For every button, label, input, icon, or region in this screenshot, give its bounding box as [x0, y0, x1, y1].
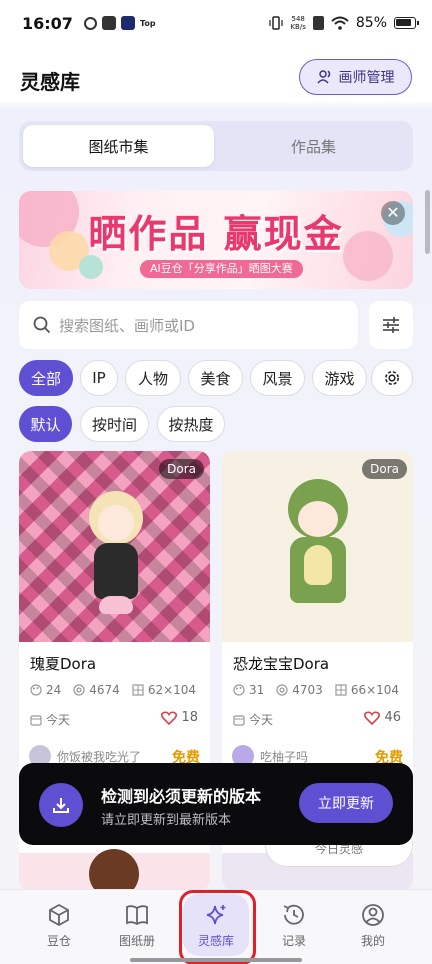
- category-chip-food[interactable]: 美食: [188, 360, 243, 396]
- heart-icon: [364, 710, 381, 725]
- vibrate-icon: [269, 16, 284, 30]
- eye-icon: [276, 684, 288, 696]
- banner-title: 晒作品 赢现金: [88, 212, 344, 256]
- category-chip-people[interactable]: 人物: [125, 360, 181, 396]
- cube-icon: [49, 903, 69, 927]
- update-toast: 检测到必须更新的版本 请立即更新到最新版本 立即更新: [19, 763, 413, 845]
- category-chip-scenery[interactable]: 风景: [250, 360, 305, 396]
- like-count: 18: [181, 710, 198, 725]
- toast-subtitle: 请立即更新到最新版本: [101, 813, 232, 828]
- status-bar: 16:07 Top 548 KB/s 85%: [0, 0, 432, 50]
- tab-switcher: 图纸市集 作品集: [19, 121, 413, 171]
- heart-icon: [161, 710, 178, 725]
- tap-highlight-box: [179, 890, 256, 964]
- filter-button[interactable]: [369, 301, 413, 349]
- play-notification-icon: [121, 16, 135, 30]
- nav-item-history[interactable]: 记录: [259, 902, 329, 949]
- status-time: 16:07: [22, 14, 73, 33]
- search-icon: [33, 316, 51, 334]
- category-chip-games[interactable]: 游戏: [312, 360, 367, 396]
- battery-icon: [394, 17, 419, 29]
- color-count: 24: [46, 683, 62, 697]
- sort-chip-popularity[interactable]: 按热度: [157, 406, 225, 442]
- net-speed: 548 KB/s: [290, 15, 306, 31]
- toast-title: 检测到必须更新的版本: [101, 787, 262, 806]
- card-date: 今天: [233, 711, 273, 728]
- card-stats: 24 4674 62×104: [30, 683, 196, 697]
- pattern-thumbnail[interactable]: [19, 451, 210, 642]
- home-indicator[interactable]: [130, 958, 302, 962]
- sort-chip-time[interactable]: 按时间: [80, 406, 149, 442]
- search-placeholder: 搜索图纸、画师或ID: [59, 316, 195, 335]
- character-figure: [278, 479, 358, 629]
- eye-icon: [73, 684, 85, 696]
- notification-icons: Top: [84, 16, 156, 30]
- grid-icon: [335, 684, 347, 696]
- sliders-icon: [383, 317, 399, 333]
- sim-icon: [312, 16, 324, 30]
- nav-item-pattern-book[interactable]: 图纸册: [102, 902, 172, 949]
- author-name: 吃柚子吗: [260, 749, 309, 764]
- category-chip-all[interactable]: 全部: [19, 360, 73, 396]
- book-icon: [126, 905, 148, 926]
- promo-banner[interactable]: 晒作品 赢现金 AI豆仓「分享作品」晒图大赛 ✕: [19, 191, 413, 289]
- banner-deco: [79, 255, 103, 279]
- card-date: 今天: [30, 711, 70, 728]
- card-tag: Dora: [362, 459, 407, 479]
- gear-icon: [385, 371, 399, 385]
- battery-percent: 85%: [355, 15, 387, 31]
- grid-icon: [132, 684, 144, 696]
- card-title: 恐龙宝宝Dora: [233, 655, 330, 673]
- wifi-icon: [331, 16, 349, 30]
- status-right: 548 KB/s 85%: [269, 15, 419, 31]
- like-button[interactable]: 18: [161, 710, 198, 725]
- calendar-icon: [233, 714, 245, 726]
- scrollbar[interactable]: [425, 190, 430, 254]
- calendar-icon: [30, 714, 42, 726]
- history-icon: [283, 904, 304, 925]
- next-pattern-thumbnail[interactable]: [19, 849, 210, 891]
- app-notification-icon: [84, 16, 97, 30]
- user-icon: [362, 904, 384, 926]
- top-notification-label: Top: [140, 18, 156, 28]
- close-icon[interactable]: ✕: [381, 201, 405, 225]
- search-input[interactable]: 搜索图纸、画师或ID: [19, 301, 358, 349]
- banner-subtitle: AI豆仓「分享作品」晒图大赛: [140, 260, 303, 278]
- page-title: 灵感库: [20, 70, 80, 94]
- artist-manage-button[interactable]: 画师管理: [299, 59, 412, 95]
- nav-item-profile[interactable]: 我的: [338, 902, 408, 949]
- download-icon: [39, 783, 83, 827]
- palette-icon: [233, 684, 245, 696]
- pattern-thumbnail[interactable]: [222, 451, 413, 642]
- tab-pattern-market[interactable]: 图纸市集: [23, 125, 214, 167]
- tab-works[interactable]: 作品集: [218, 125, 409, 167]
- update-now-button[interactable]: 立即更新: [299, 783, 393, 823]
- view-count: 4674: [89, 683, 120, 697]
- card-stats: 31 4703 66×104: [233, 683, 399, 697]
- sort-chip-default[interactable]: 默认: [19, 406, 72, 442]
- nav-item-douchang[interactable]: 豆仓: [24, 902, 94, 949]
- character-figure: [81, 491, 151, 631]
- card-tag: Dora: [159, 459, 204, 479]
- view-count: 4703: [292, 683, 323, 697]
- grid-size: 62×104: [147, 683, 197, 697]
- card-title: 瑰夏Dora: [30, 655, 97, 673]
- grid-size: 66×104: [350, 683, 400, 697]
- category-chip-ip[interactable]: IP: [80, 360, 118, 396]
- palette-icon: [30, 684, 42, 696]
- like-button[interactable]: 46: [364, 710, 401, 725]
- author-name: 你饭被我吃光了: [57, 749, 142, 764]
- gallery-notification-icon: [102, 16, 116, 30]
- category-settings-button[interactable]: [371, 360, 413, 396]
- color-count: 31: [249, 683, 265, 697]
- like-count: 46: [384, 710, 401, 725]
- users-icon: [316, 70, 330, 84]
- artist-manage-label: 画师管理: [338, 70, 395, 86]
